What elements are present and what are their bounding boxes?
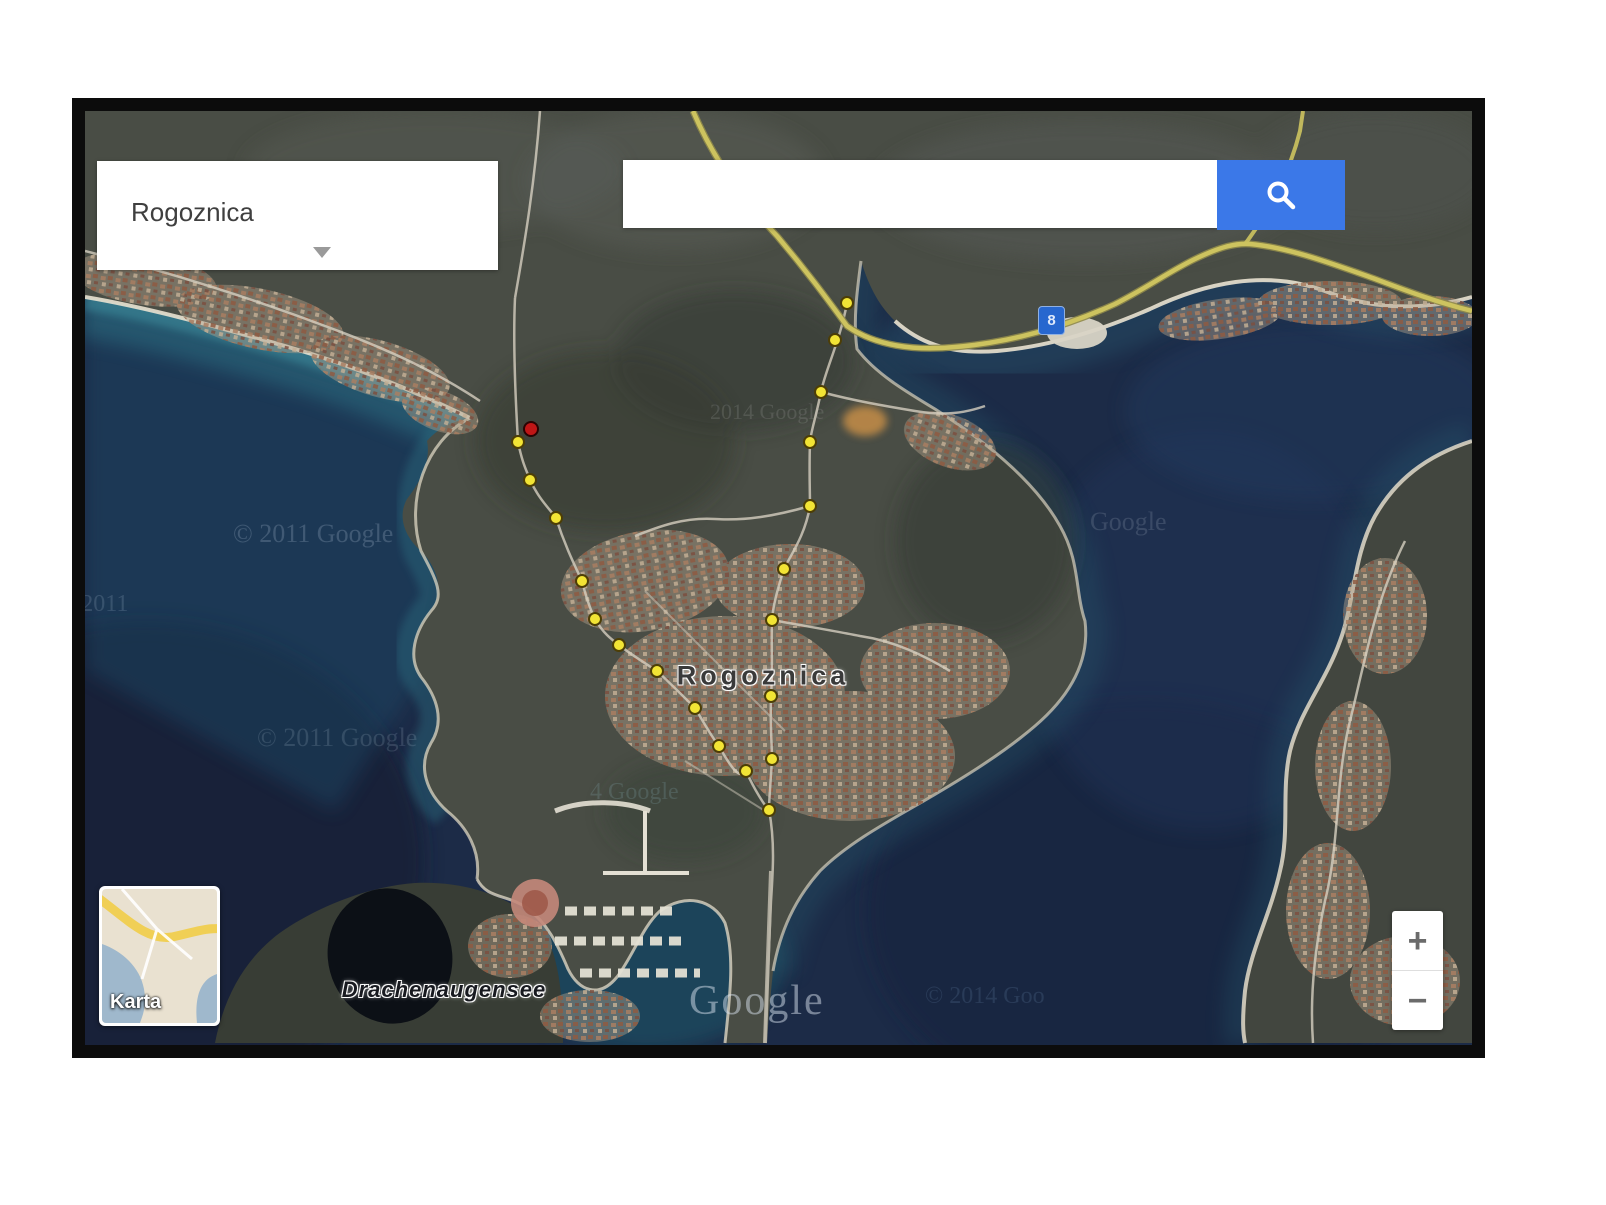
route-point[interactable] [840,296,854,310]
route-point[interactable] [549,511,563,525]
place-name: Rogoznica [131,197,254,228]
map-label-town: Rogoznica [677,661,850,692]
route-shield: 8 [1038,306,1065,335]
route-point[interactable] [688,701,702,715]
google-watermark: Google [689,977,825,1025]
zoom-in-button[interactable]: + [1392,911,1443,970]
satellite-map[interactable]: © 2011 Google© 2011© 2011 Google2014 Goo… [85,111,1472,1045]
route-point[interactable] [765,752,779,766]
search-bar [623,160,1345,230]
zoom-out-button[interactable]: − [1392,971,1443,1030]
place-search-box[interactable]: Rogoznica [97,161,498,270]
page: © 2011 Google© 2011© 2011 Google2014 Goo… [0,0,1606,1205]
route-point[interactable] [814,385,828,399]
route-point[interactable] [828,333,842,347]
route-point[interactable] [523,473,537,487]
route-point[interactable] [803,435,817,449]
start-point[interactable] [523,421,539,437]
chevron-down-icon[interactable] [313,247,331,258]
zoom-control: + − [1392,911,1443,1030]
route-point[interactable] [511,435,525,449]
route-point[interactable] [712,739,726,753]
route-point[interactable] [762,803,776,817]
route-point[interactable] [777,562,791,576]
route-point[interactable] [588,612,602,626]
search-icon [1263,177,1299,213]
route-point[interactable] [650,664,664,678]
search-input[interactable] [623,160,1217,228]
route-point[interactable] [575,574,589,588]
map-type-label: Karta [110,991,161,1014]
route-point[interactable] [765,613,779,627]
map-frame: © 2011 Google© 2011© 2011 Google2014 Goo… [72,98,1485,1058]
route-point[interactable] [612,638,626,652]
route-point[interactable] [764,689,778,703]
search-button[interactable] [1217,160,1345,230]
map-type-toggle[interactable]: Karta [99,886,220,1026]
route-point[interactable] [739,764,753,778]
route-point[interactable] [803,499,817,513]
map-label-lake: Drachenaugensee [342,977,547,1003]
